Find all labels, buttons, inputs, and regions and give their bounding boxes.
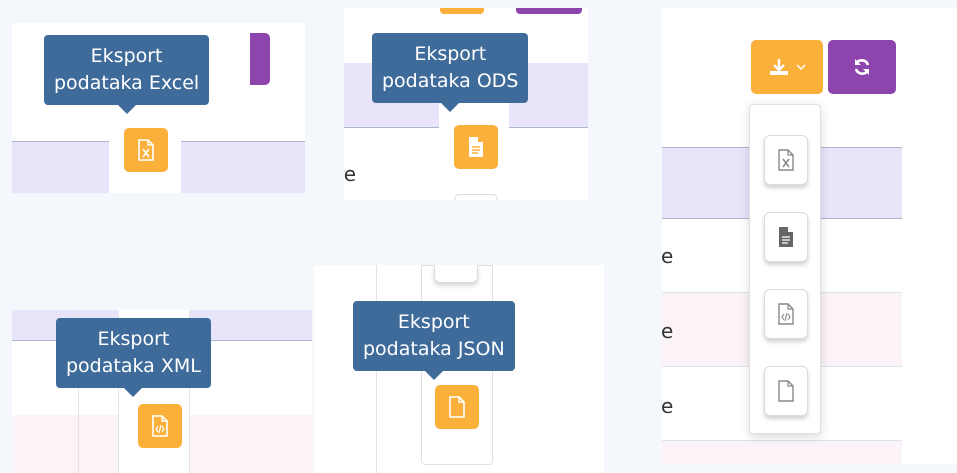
export-xml-button[interactable] xyxy=(138,404,182,448)
export-dropdown-button[interactable] xyxy=(751,40,823,94)
menu-item-xml[interactable] xyxy=(764,289,808,339)
xml-file-icon xyxy=(151,415,169,437)
refresh-icon xyxy=(852,57,872,77)
table-row-alt xyxy=(662,440,902,464)
tooltip-xml: Eksport podataka XML xyxy=(56,318,211,397)
table-cell-text: e xyxy=(662,244,674,268)
table-cell-text: e xyxy=(662,394,674,418)
ods-file-icon xyxy=(467,136,485,158)
tooltip-ods: Eksport podataka ODS xyxy=(372,33,529,112)
export-excel-button[interactable] xyxy=(124,128,168,172)
json-file-icon xyxy=(448,396,466,418)
json-file-icon xyxy=(777,380,795,402)
refresh-button[interactable] xyxy=(828,40,896,94)
export-dropdown-menu xyxy=(749,104,821,434)
tooltip-excel: Eksport podataka Excel xyxy=(44,35,210,114)
tooltip-line1: Eksport xyxy=(90,45,163,67)
panel-xml-tooltip: Eksport podataka XML xyxy=(12,310,312,473)
purple-button-edge xyxy=(250,33,270,85)
row-divider xyxy=(662,440,902,441)
table-cell-text: re xyxy=(344,162,357,186)
menu-item-ods[interactable] xyxy=(764,212,808,262)
panel-excel-tooltip: Eksport podataka Excel xyxy=(12,23,305,193)
menu-item-json[interactable] xyxy=(764,366,808,416)
panel-ods-tooltip: re Eksport podataka ODS xyxy=(344,8,588,200)
tooltip-line1: Eksport xyxy=(397,311,470,333)
tooltip-line1: Eksport xyxy=(414,43,487,65)
ods-file-icon xyxy=(777,226,795,248)
panel-dropdown-open: e e e xyxy=(662,8,957,464)
table-cell-text: e xyxy=(662,319,674,343)
tooltip-line2: podataka Excel xyxy=(54,72,200,94)
excel-file-icon xyxy=(137,139,155,161)
export-ods-button[interactable] xyxy=(454,125,498,169)
tooltip-line2: podataka ODS xyxy=(382,70,519,92)
panel-json-tooltip: Eksport podataka JSON xyxy=(314,265,604,473)
excel-file-icon xyxy=(777,149,795,171)
tooltip-line2: podataka XML xyxy=(66,355,201,377)
tooltip-json: Eksport podataka JSON xyxy=(353,301,515,380)
prev-menu-item-edge xyxy=(434,265,478,283)
download-icon xyxy=(768,58,790,76)
chevron-down-icon xyxy=(796,63,806,71)
next-menu-item-edge xyxy=(454,194,498,200)
export-json-button[interactable] xyxy=(435,385,479,429)
menu-item-excel[interactable] xyxy=(764,135,808,185)
xml-file-icon xyxy=(777,303,795,325)
orange-button-edge xyxy=(440,8,484,14)
tooltip-line2: podataka JSON xyxy=(363,338,505,360)
tooltip-line1: Eksport xyxy=(97,328,170,350)
purple-button-edge xyxy=(516,8,582,14)
